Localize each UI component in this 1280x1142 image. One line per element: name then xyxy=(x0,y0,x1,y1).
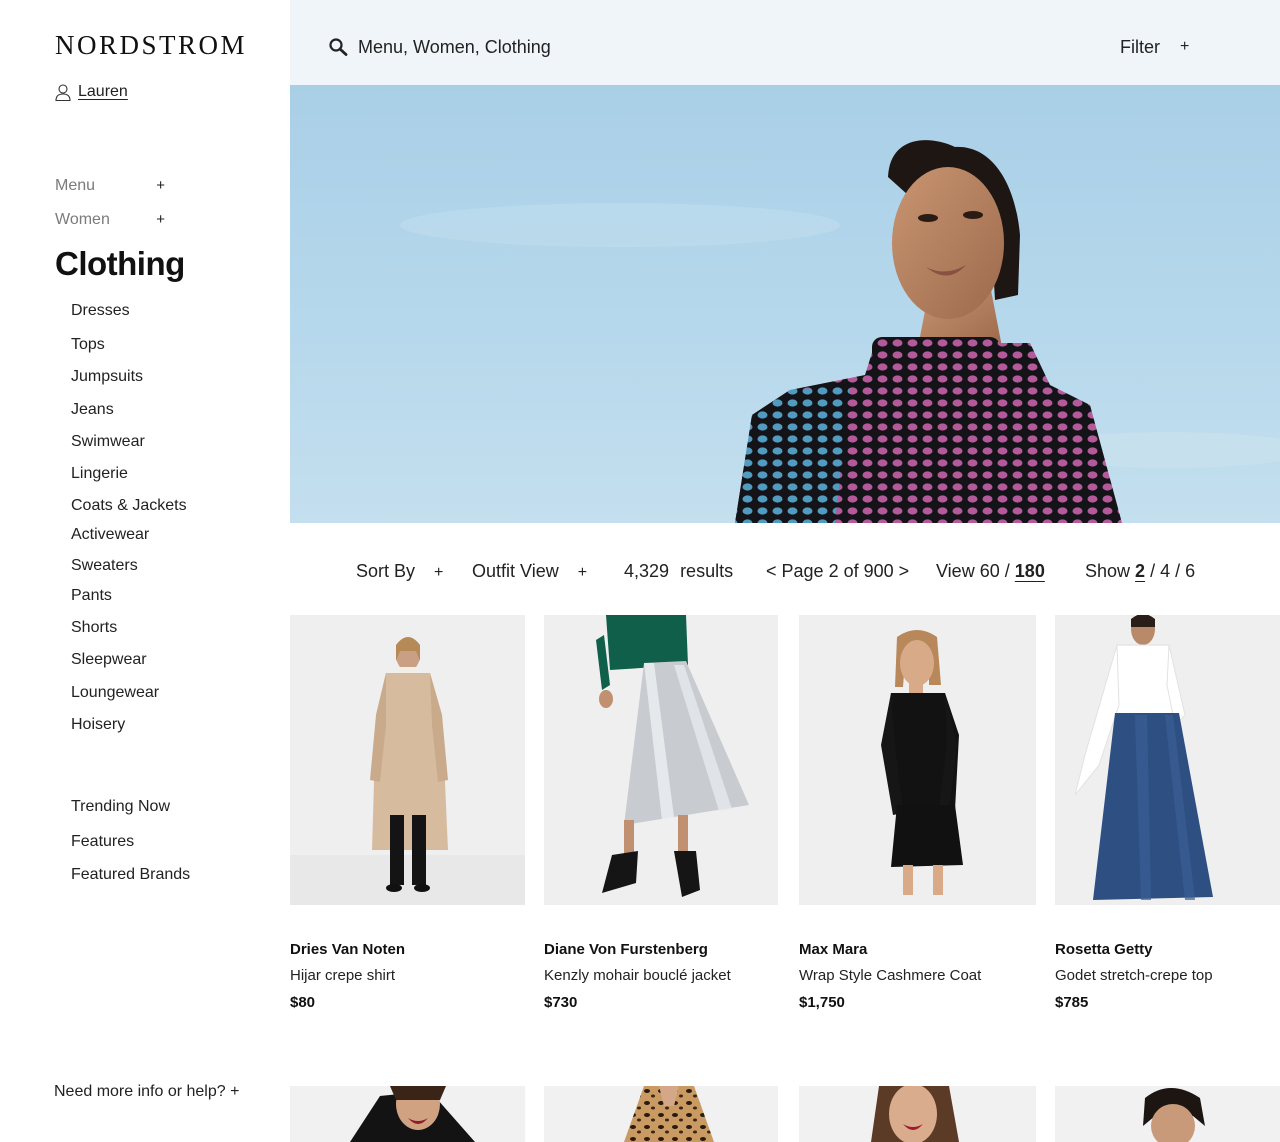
link-featured-brands[interactable]: Featured Brands xyxy=(71,866,190,884)
view-count-selector: View 60 / 180 xyxy=(936,561,1045,582)
user-icon xyxy=(55,83,71,101)
product-image[interactable] xyxy=(1055,1086,1280,1142)
sort-by-toggle[interactable]: + xyxy=(434,564,443,581)
link-features[interactable]: Features xyxy=(71,833,134,851)
subcategory-item-activewear[interactable]: Activewear xyxy=(71,526,149,544)
outfit-view-toggle[interactable]: + xyxy=(578,564,587,581)
product-name[interactable]: Hijar crepe shirt xyxy=(290,967,395,984)
subcategory-item-dresses[interactable]: Dresses xyxy=(71,302,130,320)
breadcrumb-women-label[interactable]: Women xyxy=(55,211,110,229)
breadcrumb-women[interactable]: Women + xyxy=(55,211,165,229)
product-image[interactable] xyxy=(799,615,1036,905)
subcategory-item-sleepwear[interactable]: Sleepwear xyxy=(71,651,147,669)
view-option-60[interactable]: 60 xyxy=(980,561,1000,581)
outfit-view-control[interactable]: Outfit View + xyxy=(472,561,587,582)
product-price: $785 xyxy=(1055,994,1089,1011)
view-separator: / xyxy=(1004,561,1010,581)
view-option-180[interactable]: 180 xyxy=(1015,561,1045,581)
grid-columns-selector: Show 2 / 4 / 6 xyxy=(1085,561,1195,582)
sort-by-control[interactable]: Sort By + xyxy=(356,561,443,582)
sidebar: NORDSTROM Lauren Menu + Women + Clothing… xyxy=(0,0,290,1142)
category-title: Clothing xyxy=(55,245,185,282)
user-account-link[interactable]: Lauren xyxy=(55,83,128,101)
product-image[interactable] xyxy=(799,1086,1036,1142)
results-number: 4,329 xyxy=(624,561,670,581)
results-label: results xyxy=(680,561,734,581)
product-name[interactable]: Wrap Style Cashmere Coat xyxy=(799,967,981,984)
product-image[interactable] xyxy=(290,1086,525,1142)
pagination: < Page 2 of 900 > xyxy=(766,561,909,582)
show-separator: / xyxy=(1150,561,1156,581)
product-image[interactable] xyxy=(544,615,778,905)
show-option-6[interactable]: 6 xyxy=(1185,561,1195,581)
subcategory-item-lingerie[interactable]: Lingerie xyxy=(71,465,128,483)
sort-by-label[interactable]: Sort By xyxy=(356,561,415,581)
subcategory-item-loungewear[interactable]: Loungewear xyxy=(71,684,159,702)
subcategory-item-pants[interactable]: Pants xyxy=(71,587,112,605)
product-brand[interactable]: Rosetta Getty xyxy=(1055,941,1153,958)
search-icon[interactable] xyxy=(328,37,348,57)
product-price: $80 xyxy=(290,994,316,1011)
product-image[interactable] xyxy=(1055,615,1280,905)
subcategory-item-tops[interactable]: Tops xyxy=(71,336,105,354)
product-name[interactable]: Kenzly mohair bouclé jacket xyxy=(544,967,731,984)
results-toolbar: Sort By + Outfit View + 4,329 results < … xyxy=(290,523,1280,615)
product-name[interactable]: Godet stretch-crepe top xyxy=(1055,967,1213,984)
subcategory-item-jeans[interactable]: Jeans xyxy=(71,401,114,419)
search-path-input[interactable]: Menu, Women, Clothing xyxy=(358,37,551,58)
outfit-view-label[interactable]: Outfit View xyxy=(472,561,559,581)
product-brand[interactable]: Diane Von Furstenberg xyxy=(544,941,708,958)
show-label: Show xyxy=(1085,561,1131,581)
view-label: View xyxy=(936,561,975,581)
filter-toggle[interactable]: + xyxy=(1180,38,1189,56)
hero-banner xyxy=(290,85,1280,523)
filter-button[interactable]: Filter xyxy=(1120,37,1160,58)
breadcrumb-menu-label[interactable]: Menu xyxy=(55,177,95,195)
page-next-button[interactable]: > xyxy=(899,561,910,581)
nordstrom-logo[interactable]: NORDSTROM xyxy=(55,30,247,61)
product-image[interactable] xyxy=(290,615,525,905)
subcategory-item-swimwear[interactable]: Swimwear xyxy=(71,433,145,451)
help-link[interactable]: Need more info or help? + xyxy=(54,1083,239,1101)
search-bar: Menu, Women, Clothing Filter + xyxy=(290,0,1280,85)
breadcrumb-menu-toggle[interactable]: + xyxy=(156,177,165,195)
breadcrumb-menu[interactable]: Menu + xyxy=(55,177,165,195)
product-price: $1,750 xyxy=(799,994,845,1011)
page-indicator: Page 2 of 900 xyxy=(781,561,894,581)
product-price: $730 xyxy=(544,994,578,1011)
breadcrumb-women-toggle[interactable]: + xyxy=(156,211,165,229)
subcategory-item-sweaters[interactable]: Sweaters xyxy=(71,557,138,575)
product-brand[interactable]: Dries Van Noten xyxy=(290,941,405,958)
show-option-2[interactable]: 2 xyxy=(1135,561,1145,581)
subcategory-item-hoisery[interactable]: Hoisery xyxy=(71,716,125,734)
link-trending-now[interactable]: Trending Now xyxy=(71,798,170,816)
show-option-4[interactable]: 4 xyxy=(1160,561,1170,581)
user-name[interactable]: Lauren xyxy=(78,83,128,101)
show-separator: / xyxy=(1175,561,1181,581)
product-brand[interactable]: Max Mara xyxy=(799,941,867,958)
hero-model-image xyxy=(400,140,1280,523)
results-count: 4,329 results xyxy=(624,561,733,582)
subcategory-item-jumpsuits[interactable]: Jumpsuits xyxy=(71,368,143,386)
subcategory-item-coats-jackets[interactable]: Coats & Jackets xyxy=(71,497,187,515)
subcategory-item-shorts[interactable]: Shorts xyxy=(71,619,117,637)
page-prev-button[interactable]: < xyxy=(766,561,777,581)
product-image[interactable] xyxy=(544,1086,778,1142)
